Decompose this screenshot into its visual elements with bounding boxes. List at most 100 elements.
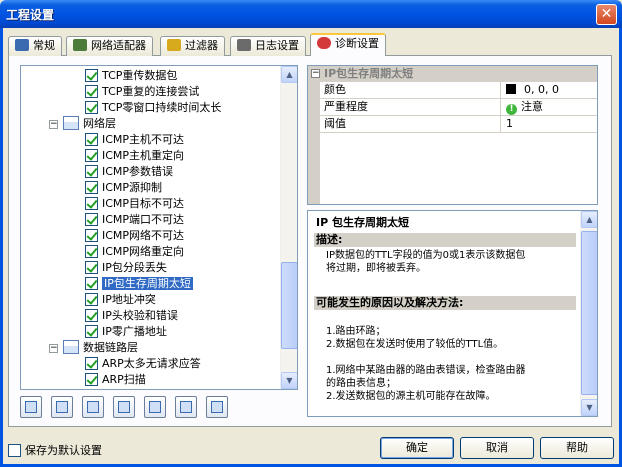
checkbox-checked-icon[interactable] bbox=[85, 373, 98, 386]
scroll-up-button[interactable]: ▲ bbox=[281, 66, 297, 83]
checkbox-checked-icon[interactable] bbox=[85, 229, 98, 242]
tree-item[interactable]: ICMP主机重定向 bbox=[85, 148, 184, 164]
tree-item[interactable]: ARP太多无请求应答 bbox=[85, 356, 201, 372]
description-line: 2.数据包在发送时使用了较低的TTL值。 bbox=[326, 339, 504, 350]
collapse-icon[interactable]: − bbox=[49, 120, 58, 129]
tree-item[interactable]: IP包生存周期太短 bbox=[85, 276, 193, 292]
checkbox-checked-icon[interactable] bbox=[85, 165, 98, 178]
collapse-icon[interactable]: − bbox=[49, 344, 58, 353]
tab-diagnosis-settings[interactable]: 诊断设置 bbox=[310, 33, 386, 56]
tree-item[interactable]: ICMP参数错误 bbox=[85, 164, 173, 180]
network-adapter-icon bbox=[73, 39, 87, 51]
property-row-severity[interactable]: 严重程度 ! 注意 bbox=[308, 99, 597, 116]
tree-group[interactable]: − 网络层 bbox=[49, 116, 116, 132]
tree-item-label: ICMP目标不可达 bbox=[102, 197, 185, 210]
tree-item-label: ICMP网络重定向 bbox=[102, 245, 185, 258]
collapse-icon[interactable]: − bbox=[311, 69, 320, 78]
checkbox-checked-icon[interactable] bbox=[85, 133, 98, 146]
property-grid[interactable]: − IP包生存周期太短 颜色 0, 0, 0 严重程度 ! 注意 阈值 1 bbox=[307, 65, 598, 205]
tree-item[interactable]: TCP重传数据包 bbox=[85, 68, 177, 84]
checkbox-checked-icon[interactable] bbox=[85, 181, 98, 194]
tree-item[interactable]: ARP扫描 bbox=[85, 372, 146, 388]
invert-check-button[interactable] bbox=[82, 396, 104, 418]
ok-button[interactable]: 确定 bbox=[380, 437, 454, 459]
tree-item-label: ICMP源抑制 bbox=[102, 181, 163, 194]
scroll-down-button[interactable]: ▼ bbox=[581, 399, 597, 416]
expand-button[interactable] bbox=[175, 396, 197, 418]
description-line: 1.网络中某路由器的路由表错误，检查路由器 bbox=[326, 365, 526, 376]
tree-item[interactable]: TCP零窗口持续时间太长 bbox=[85, 100, 221, 116]
check-all-button[interactable] bbox=[20, 396, 42, 418]
scroll-thumb[interactable] bbox=[581, 231, 597, 395]
property-value[interactable]: 1 bbox=[503, 116, 513, 133]
save-default-checkbox[interactable]: 保存为默认设置 bbox=[8, 442, 102, 458]
property-key: 阈值 bbox=[308, 116, 501, 133]
property-category[interactable]: − IP包生存周期太短 bbox=[308, 66, 597, 82]
tree-item[interactable]: ICMP目标不可达 bbox=[85, 196, 184, 212]
tree-item[interactable]: ICMP网络重定向 bbox=[85, 244, 184, 260]
checkbox-checked-icon[interactable] bbox=[85, 197, 98, 210]
tree-item-label: TCP零窗口持续时间太长 bbox=[102, 101, 222, 114]
property-value[interactable]: ! 注意 bbox=[503, 99, 543, 116]
uncheck-all-button[interactable] bbox=[51, 396, 73, 418]
property-value[interactable]: 0, 0, 0 bbox=[503, 82, 559, 99]
tree-item-label: ARP太多无请求应答 bbox=[102, 357, 201, 370]
property-row-color[interactable]: 颜色 0, 0, 0 bbox=[308, 82, 597, 99]
tree-item[interactable]: IP零广播地址 bbox=[85, 324, 167, 340]
scroll-thumb[interactable] bbox=[281, 262, 297, 349]
checkbox-checked-icon[interactable] bbox=[85, 69, 98, 82]
scroll-up-button[interactable]: ▲ bbox=[581, 211, 597, 228]
description-scrollbar[interactable]: ▲ ▼ bbox=[580, 211, 597, 416]
checkbox-checked-icon[interactable] bbox=[85, 101, 98, 114]
folder-icon bbox=[63, 116, 79, 130]
tree-item[interactable]: ICMP源抑制 bbox=[85, 180, 162, 196]
tree-item-label: 网络层 bbox=[83, 117, 116, 130]
checkbox-checked-icon[interactable] bbox=[85, 277, 98, 290]
checkbox-checked-icon[interactable] bbox=[85, 309, 98, 322]
cause-section-heading: 可能发生的原因以及解决方法: bbox=[314, 296, 576, 310]
tab-network-adapter[interactable]: 网络适配器 bbox=[66, 36, 153, 56]
tab-general[interactable]: 常规 bbox=[8, 36, 62, 56]
checkbox-checked-icon[interactable] bbox=[85, 85, 98, 98]
folder-icon bbox=[63, 340, 79, 354]
checkbox-checked-icon[interactable] bbox=[85, 213, 98, 226]
description-line bbox=[326, 351, 576, 364]
tree-scrollbar[interactable]: ▲ ▼ bbox=[280, 66, 297, 389]
close-button[interactable]: ✕ bbox=[596, 4, 617, 25]
tree-item[interactable]: ICMP网络不可达 bbox=[85, 228, 184, 244]
checkbox-checked-icon[interactable] bbox=[85, 261, 98, 274]
export-icon bbox=[149, 401, 161, 413]
scroll-down-button[interactable]: ▼ bbox=[281, 372, 297, 389]
collapse-button[interactable] bbox=[206, 396, 228, 418]
tree-item-label: TCP重复的连接尝试 bbox=[102, 85, 200, 98]
property-row-threshold[interactable]: 阈值 1 bbox=[308, 116, 597, 133]
tree-item-label: ARP扫描 bbox=[102, 373, 146, 386]
tree-item[interactable]: TCP重复的连接尝试 bbox=[85, 84, 199, 100]
checkbox-checked-icon[interactable] bbox=[85, 293, 98, 306]
diagnosis-icon bbox=[317, 37, 331, 49]
checkbox-checked-icon[interactable] bbox=[85, 357, 98, 370]
tree-item[interactable]: ICMP端口不可达 bbox=[85, 212, 184, 228]
tree-group[interactable]: − 数据链路层 bbox=[49, 340, 138, 356]
cause-text: 1.路由环路； 2.数据包在发送时使用了较低的TTL值。 1.网络中某路由器的路由表… bbox=[326, 325, 576, 403]
tree-item[interactable]: IP包分段丢失 bbox=[85, 260, 167, 276]
checkbox-box[interactable] bbox=[8, 444, 21, 457]
cancel-button[interactable]: 取消 bbox=[460, 437, 534, 459]
checkbox-checked-icon[interactable] bbox=[85, 325, 98, 338]
export-button[interactable] bbox=[144, 396, 166, 418]
import-button[interactable] bbox=[113, 396, 135, 418]
tree-item[interactable]: IP地址冲突 bbox=[85, 292, 156, 308]
import-icon bbox=[118, 401, 130, 413]
description-line: 将过期，即将被丢弃。 bbox=[326, 263, 426, 274]
help-button[interactable]: 帮助 bbox=[540, 437, 614, 459]
tree-item-label: ICMP主机重定向 bbox=[102, 149, 185, 162]
tab-log-settings[interactable]: 日志设置 bbox=[230, 36, 306, 56]
tree-item[interactable]: IP头校验和错误 bbox=[85, 308, 178, 324]
tree-item-label: ICMP网络不可达 bbox=[102, 229, 185, 242]
rule-tree[interactable]: TCP重传数据包 TCP重复的连接尝试 TCP零窗口持续时间太长 − 网络层 ICMP主机… bbox=[20, 65, 298, 390]
tree-item[interactable]: ICMP主机不可达 bbox=[85, 132, 184, 148]
log-icon bbox=[237, 39, 251, 51]
tab-filter[interactable]: 过滤器 bbox=[160, 36, 225, 56]
checkbox-checked-icon[interactable] bbox=[85, 245, 98, 258]
checkbox-checked-icon[interactable] bbox=[85, 149, 98, 162]
